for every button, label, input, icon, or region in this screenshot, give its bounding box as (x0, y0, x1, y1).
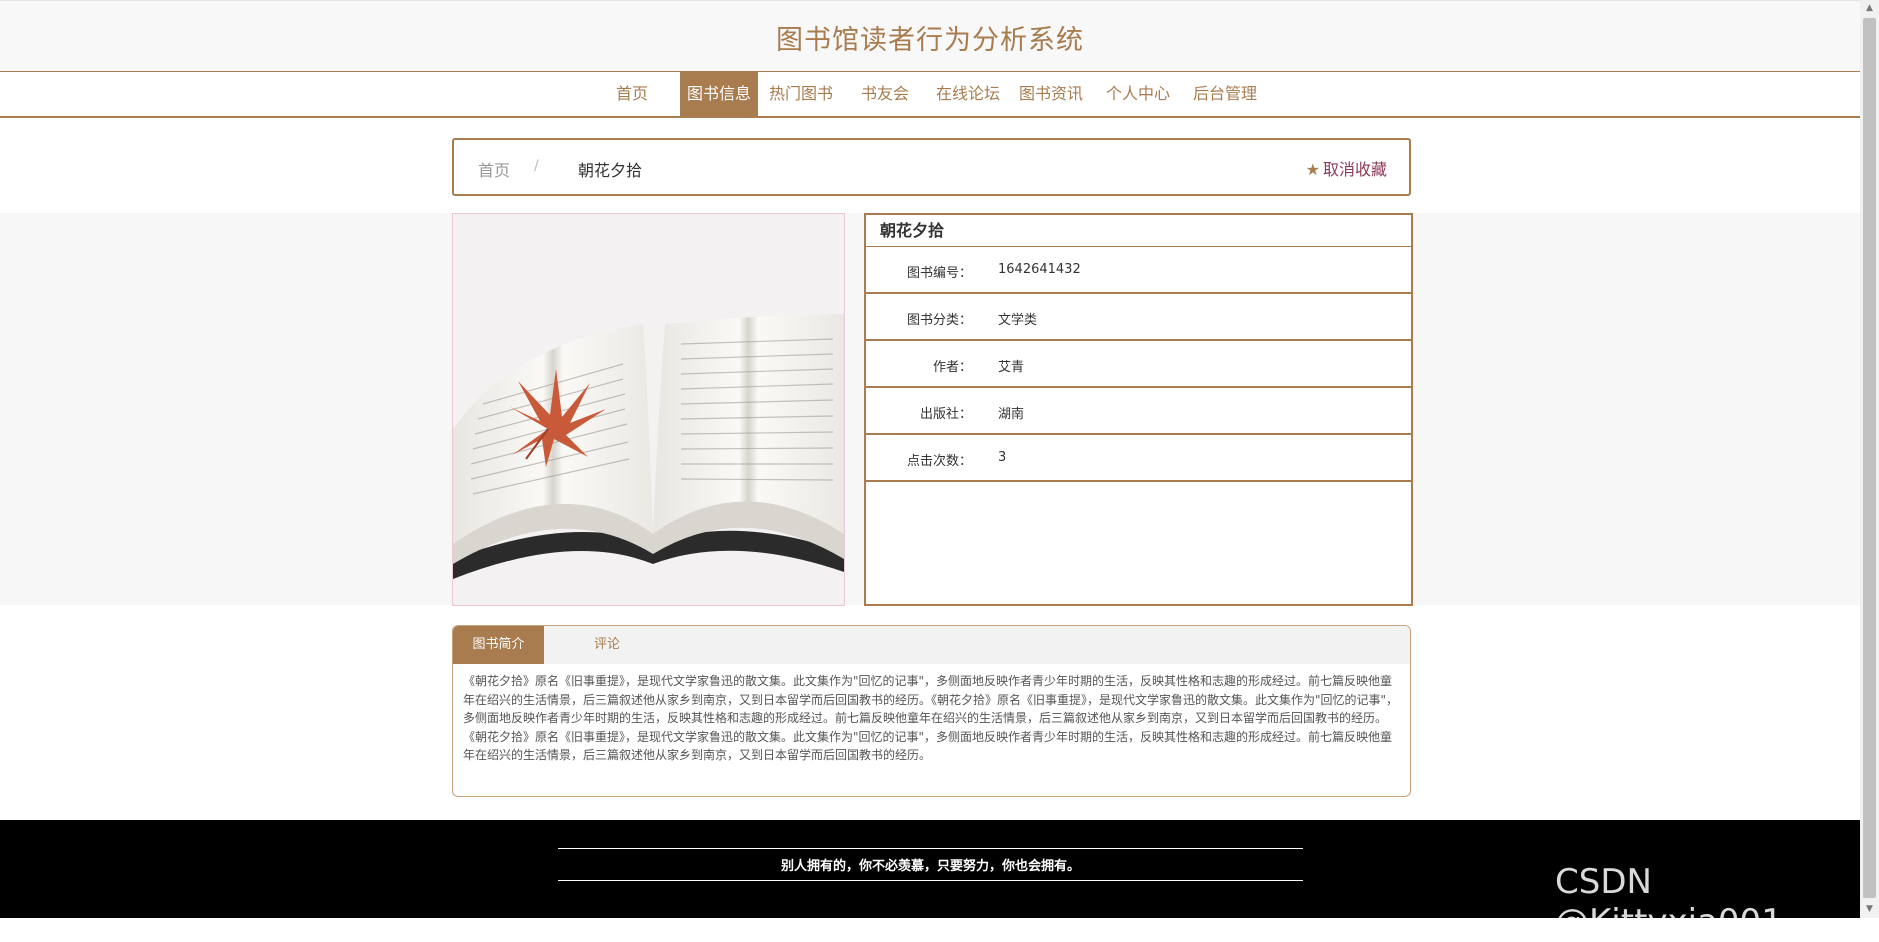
book-field-row: 作者： 艾青 (866, 341, 1411, 388)
footer-motto: 别人拥有的，你不必羡慕，只要努力，你也会拥有。 (780, 859, 1080, 874)
book-field-row: 图书分类： 文学类 (866, 294, 1411, 341)
main-nav: 首页 图书信息 热门图书 书友会 在线论坛 图书资讯 个人中心 后台管理 (0, 72, 1860, 118)
book-field-row: 图书编号： 1642641432 (866, 247, 1411, 294)
nav-admin[interactable]: 后台管理 (1190, 72, 1260, 116)
field-value: 3 (998, 450, 1007, 465)
book-field-row: 出版社： 湖南 (866, 388, 1411, 435)
footer-divider (558, 848, 1303, 849)
book-cover-image (452, 213, 845, 606)
tab-introduction[interactable]: 图书简介 (453, 626, 544, 664)
field-label: 图书编号： (906, 266, 972, 281)
breadcrumb-separator: / (534, 158, 539, 174)
field-value: 文学类 (998, 313, 1038, 328)
tab-bar: 图书简介 评论 (453, 626, 1410, 664)
tab-comments[interactable]: 评论 (577, 626, 637, 664)
breadcrumb-home-link[interactable]: 首页 (478, 157, 510, 181)
nav-book-info[interactable]: 图书信息 (680, 72, 758, 116)
open-book-illustration (453, 214, 844, 605)
nav-book-news[interactable]: 图书资讯 (1016, 72, 1086, 116)
book-title: 朝花夕拾 (866, 215, 1411, 247)
site-header: 图书馆读者行为分析系统 (0, 0, 1860, 73)
nav-user-center[interactable]: 个人中心 (1103, 72, 1173, 116)
book-tabs: 图书简介 评论 《朝花夕拾》原名《旧事重提》，是现代文学家鲁迅的散文集。此文集作… (452, 625, 1411, 797)
watermark: CSDN @Kittyxia001 (1555, 862, 1783, 942)
book-info-panel: 朝花夕拾 图书编号： 1642641432 图书分类： 文学类 作者： 艾青 出… (864, 213, 1413, 606)
nav-book-club[interactable]: 书友会 (857, 72, 913, 116)
book-description: 《朝花夕拾》原名《旧事重提》，是现代文学家鲁迅的散文集。此文集作为"回忆的记事"… (463, 674, 1399, 762)
nav-hot-books[interactable]: 热门图书 (763, 72, 839, 116)
book-field-row: 点击次数： 3 (866, 435, 1411, 482)
field-label: 图书分类： (906, 313, 972, 328)
scroll-thumb[interactable] (1863, 18, 1876, 898)
unfavorite-button[interactable]: ★ 取消收藏 (1306, 156, 1387, 180)
field-value: 湖南 (998, 407, 1025, 422)
scroll-up-arrow-icon[interactable]: ▲ (1860, 0, 1879, 17)
nav-forum[interactable]: 在线论坛 (933, 72, 1003, 116)
field-label: 点击次数： (906, 454, 972, 469)
field-label: 作者： (932, 360, 972, 375)
star-icon: ★ (1305, 160, 1320, 179)
field-label: 出版社： (919, 407, 972, 422)
scroll-down-arrow-icon[interactable]: ▼ (1860, 901, 1879, 918)
unfavorite-label: 取消收藏 (1322, 160, 1387, 179)
breadcrumb: 首页 / 朝花夕拾 ★ 取消收藏 (452, 138, 1411, 196)
field-value: 艾青 (998, 360, 1025, 375)
page-scrollbar[interactable]: ▲ ▼ (1860, 0, 1879, 918)
breadcrumb-current: 朝花夕拾 (578, 161, 643, 180)
site-title: 图书馆读者行为分析系统 (776, 25, 1084, 56)
field-value: 1642641432 (998, 262, 1081, 277)
nav-home[interactable]: 首页 (607, 72, 657, 116)
footer-divider (558, 880, 1303, 881)
